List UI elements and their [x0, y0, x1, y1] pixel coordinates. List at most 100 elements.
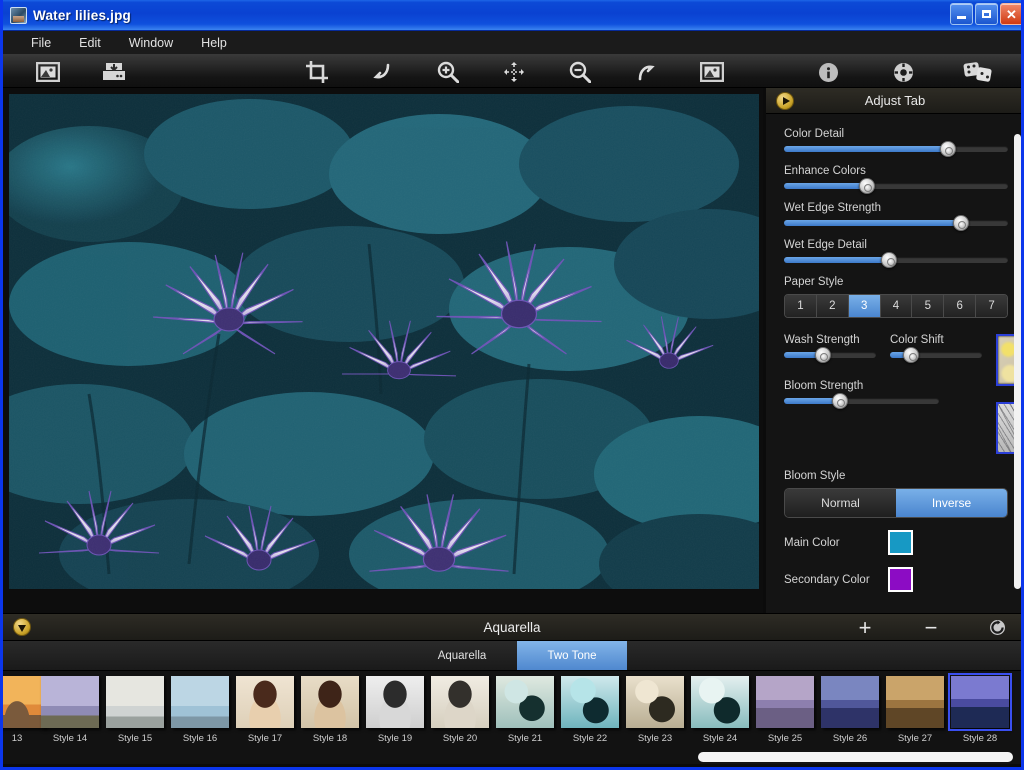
settings-icon[interactable]: [888, 58, 918, 86]
thumbnail-label: Style 26: [832, 733, 868, 744]
style-thumbnail-25[interactable]: Style 25: [753, 676, 817, 744]
style-thumbnail-23[interactable]: Style 23: [623, 676, 687, 744]
minimize-icon: [957, 16, 966, 19]
paper-style-label: Paper Style: [784, 276, 844, 288]
thumbnail-label: Style 18: [312, 733, 348, 744]
style-thumbnail-19[interactable]: Style 19: [363, 676, 427, 744]
secondary-color-swatch[interactable]: [888, 567, 913, 592]
tab-two-tone[interactable]: Two Tone: [517, 641, 627, 670]
thumbnail-label: Style 23: [637, 733, 673, 744]
zoom-out-icon[interactable]: [565, 58, 595, 86]
style-thumbnail-18[interactable]: Style 18: [298, 676, 362, 744]
bloom-strength-label: Bloom Strength: [784, 380, 864, 392]
thumbnail-art: [496, 676, 554, 728]
adjust-panel-body: Color Detail Enhance Colors Wet Edge Str…: [766, 114, 1021, 613]
open-image-icon[interactable]: [33, 58, 63, 86]
secondary-color-label: Secondary Color: [784, 573, 870, 586]
paper-style-selector[interactable]: 1 2 3 4 5 6 7: [784, 294, 1008, 318]
color-shift-slider[interactable]: [890, 347, 982, 363]
remove-style-button[interactable]: −: [921, 616, 941, 638]
chevron-down-triangle-icon[interactable]: [13, 618, 31, 636]
thumbnail-art: [366, 676, 424, 728]
color-detail-slider[interactable]: [784, 141, 1008, 157]
adjust-panel-scrollbar[interactable]: [1014, 118, 1021, 608]
paper-style-option-6[interactable]: 6: [944, 295, 977, 317]
slider-knob[interactable]: [858, 178, 875, 194]
style-thumbnail-14[interactable]: Style 14: [38, 676, 102, 744]
control-wet-edge-strength: Wet Edge Strength: [784, 202, 1008, 231]
style-thumbnail-26[interactable]: Style 26: [818, 676, 882, 744]
paper-style-option-2[interactable]: 2: [816, 295, 849, 317]
randomize-dice-icon[interactable]: [963, 58, 993, 86]
canvas-area[interactable]: [3, 88, 763, 613]
slider-knob[interactable]: [952, 215, 969, 231]
style-thumbnail-20[interactable]: Style 20: [428, 676, 492, 744]
preview-image-icon[interactable]: [697, 58, 727, 86]
style-thumbnail-24[interactable]: Style 24: [688, 676, 752, 744]
slider-knob[interactable]: [939, 141, 956, 157]
bloom-style-label: Bloom Style: [784, 470, 846, 482]
pan-move-icon[interactable]: [499, 58, 529, 86]
scrollbar-thumb[interactable]: [1014, 134, 1021, 589]
redo-icon[interactable]: [631, 58, 661, 86]
style-thumbnail-16[interactable]: Style 16: [168, 676, 232, 744]
bloom-style-toggle[interactable]: Normal Inverse: [784, 488, 1008, 518]
image-preview[interactable]: [9, 94, 759, 589]
enhance-colors-slider[interactable]: [784, 178, 1008, 194]
control-bloom-strength: Bloom Strength: [784, 380, 982, 409]
scrollbar-thumb[interactable]: [698, 752, 1013, 762]
style-thumbnail-28[interactable]: Style 28: [948, 673, 1012, 744]
paper-style-option-1[interactable]: 1: [785, 295, 817, 317]
menu-item-edit[interactable]: Edit: [65, 33, 115, 53]
thumbnail-art: [886, 676, 944, 728]
style-thumbnail-17[interactable]: Style 17: [233, 676, 297, 744]
bloom-strength-slider[interactable]: [784, 393, 939, 409]
slider-knob[interactable]: [814, 347, 831, 363]
tab-aquarella[interactable]: Aquarella: [407, 641, 517, 670]
slider-knob[interactable]: [881, 252, 898, 268]
minimize-button[interactable]: [950, 3, 973, 25]
play-triangle-icon[interactable]: [776, 92, 794, 110]
info-icon[interactable]: [813, 58, 843, 86]
style-panel-actions: + −: [855, 614, 1007, 641]
paper-style-option-7[interactable]: 7: [976, 295, 1007, 317]
undo-icon[interactable]: [367, 58, 397, 86]
style-tabs: Aquarella Two Tone: [3, 641, 1021, 671]
paper-style-option-3[interactable]: 3: [848, 295, 881, 317]
menu-bar: File Edit Window Help: [3, 31, 1021, 54]
style-thumbnail-strip[interactable]: 13 Style 14 Style 15 Style 16 Style 17 S…: [3, 671, 1021, 751]
style-thumbnail-15[interactable]: Style 15: [103, 676, 167, 744]
save-image-icon[interactable]: [99, 58, 129, 86]
menu-item-help[interactable]: Help: [187, 33, 241, 53]
wet-edge-strength-slider[interactable]: [784, 215, 1008, 231]
thumbnail-art: [236, 676, 294, 728]
style-thumbnail-21[interactable]: Style 21: [493, 676, 557, 744]
control-color-detail: Color Detail: [784, 128, 1008, 157]
reset-style-button[interactable]: [987, 618, 1007, 638]
thumbnail-art: [821, 676, 879, 728]
wet-edge-detail-slider[interactable]: [784, 252, 1008, 268]
style-thumbnail-27[interactable]: Style 27: [883, 676, 947, 744]
row-main-color: Main Color: [784, 530, 1008, 555]
menu-item-file[interactable]: File: [17, 33, 65, 53]
bloom-style-inverse[interactable]: Inverse: [896, 489, 1007, 517]
paper-style-option-4[interactable]: 4: [880, 295, 913, 317]
menu-item-window[interactable]: Window: [115, 33, 187, 53]
add-style-button[interactable]: +: [855, 616, 875, 638]
paper-style-option-5[interactable]: 5: [912, 295, 945, 317]
zoom-in-icon[interactable]: [433, 58, 463, 86]
maximize-button[interactable]: [975, 3, 998, 25]
thumbnail-art: [41, 676, 99, 728]
wash-strength-slider[interactable]: [784, 347, 876, 363]
main-color-swatch[interactable]: [888, 530, 913, 555]
close-button[interactable]: ✕: [1000, 3, 1021, 25]
thumbnail-art: [106, 676, 164, 728]
bloom-style-normal[interactable]: Normal: [785, 489, 896, 517]
thumbnail-label: Style 25: [767, 733, 803, 744]
style-thumbnail-22[interactable]: Style 22: [558, 676, 622, 744]
slider-knob[interactable]: [831, 393, 848, 409]
thumbnail-label: Style 17: [247, 733, 283, 744]
style-strip-scrollbar[interactable]: [3, 750, 1021, 764]
crop-icon[interactable]: [302, 58, 332, 86]
slider-knob[interactable]: [903, 347, 920, 363]
